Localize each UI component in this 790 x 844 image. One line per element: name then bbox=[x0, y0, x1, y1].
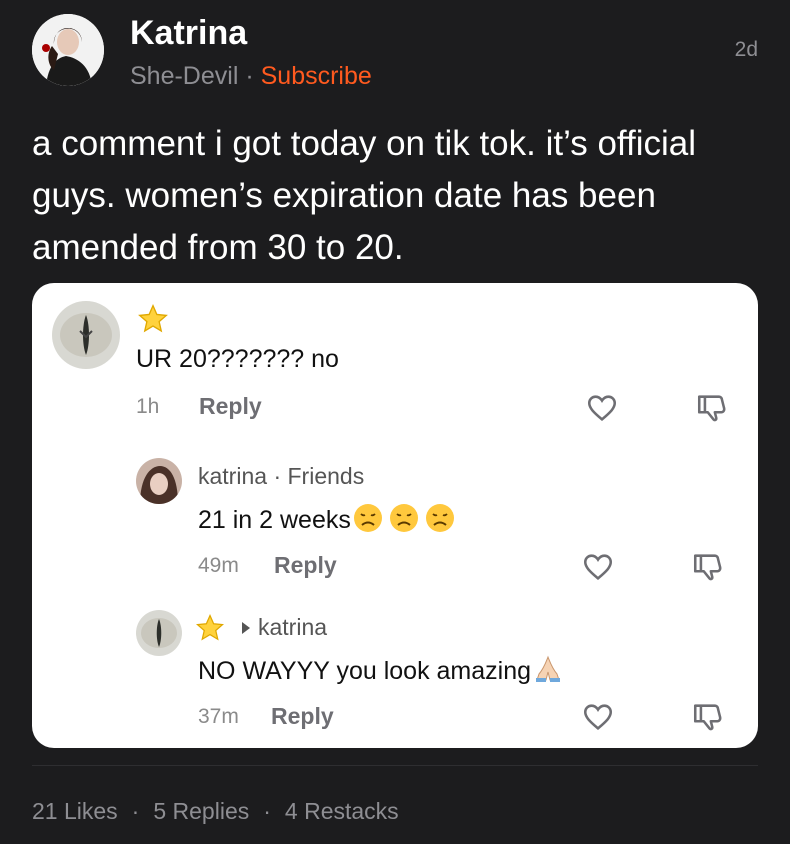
heart-icon[interactable] bbox=[580, 550, 616, 584]
author-name[interactable]: Katrina bbox=[130, 14, 247, 53]
publication-name[interactable]: She-Devil bbox=[130, 62, 238, 90]
commenter-avatar bbox=[136, 610, 182, 656]
post-timestamp: 2d bbox=[734, 38, 758, 61]
thumbs-down-icon[interactable] bbox=[694, 391, 730, 425]
commenter-avatar bbox=[52, 301, 120, 369]
heart-icon[interactable] bbox=[584, 391, 620, 425]
heart-icon[interactable] bbox=[580, 700, 616, 734]
post-stats: 21 Likes · 5 Replies · 4 Restacks bbox=[32, 798, 399, 824]
commenter-avatar bbox=[136, 458, 182, 504]
star-icon bbox=[195, 613, 225, 641]
replies-count[interactable]: 5 Replies bbox=[153, 798, 249, 824]
restacks-count[interactable]: 4 Restacks bbox=[285, 798, 399, 824]
comment-time: 37m bbox=[198, 705, 239, 728]
reply-button[interactable]: Reply bbox=[274, 552, 337, 579]
reply-button[interactable]: Reply bbox=[271, 703, 334, 730]
comment-author-line: katrina · Friends bbox=[198, 463, 365, 489]
author-subline: She-Devil · Subscribe bbox=[130, 62, 372, 91]
reply-to-name[interactable]: katrina bbox=[258, 614, 327, 641]
sad-face-emoji bbox=[353, 503, 383, 540]
praying-hands-emoji bbox=[533, 654, 563, 691]
divider bbox=[32, 765, 758, 766]
comment-time: 49m bbox=[198, 554, 239, 577]
separator-dot: · bbox=[245, 62, 254, 90]
likes-count[interactable]: 21 Likes bbox=[32, 798, 118, 824]
thumbs-down-icon[interactable] bbox=[690, 550, 726, 584]
subscribe-link[interactable]: Subscribe bbox=[261, 62, 372, 90]
comment-time: 1h bbox=[136, 395, 160, 418]
comment-author[interactable]: katrina bbox=[198, 463, 267, 489]
reply-button[interactable]: Reply bbox=[199, 393, 262, 420]
author-avatar[interactable] bbox=[32, 14, 104, 86]
comment-text: UR 20??????? no bbox=[136, 345, 339, 373]
attached-screenshot[interactable]: UR 20??????? no 1h Reply katrina · Frien… bbox=[32, 283, 758, 748]
star-icon bbox=[138, 304, 168, 333]
comment-text: NO WAYYY you look amazing bbox=[198, 654, 563, 691]
relation-label: Friends bbox=[287, 463, 365, 489]
thumbs-down-icon[interactable] bbox=[690, 700, 726, 734]
post-body-text: a comment i got today on tik tok. it’s o… bbox=[32, 124, 697, 267]
comment-text: 21 in 2 weeks bbox=[198, 503, 455, 540]
caret-right-icon bbox=[242, 622, 250, 634]
sad-face-emoji bbox=[389, 503, 419, 540]
sad-face-emoji bbox=[425, 503, 455, 540]
